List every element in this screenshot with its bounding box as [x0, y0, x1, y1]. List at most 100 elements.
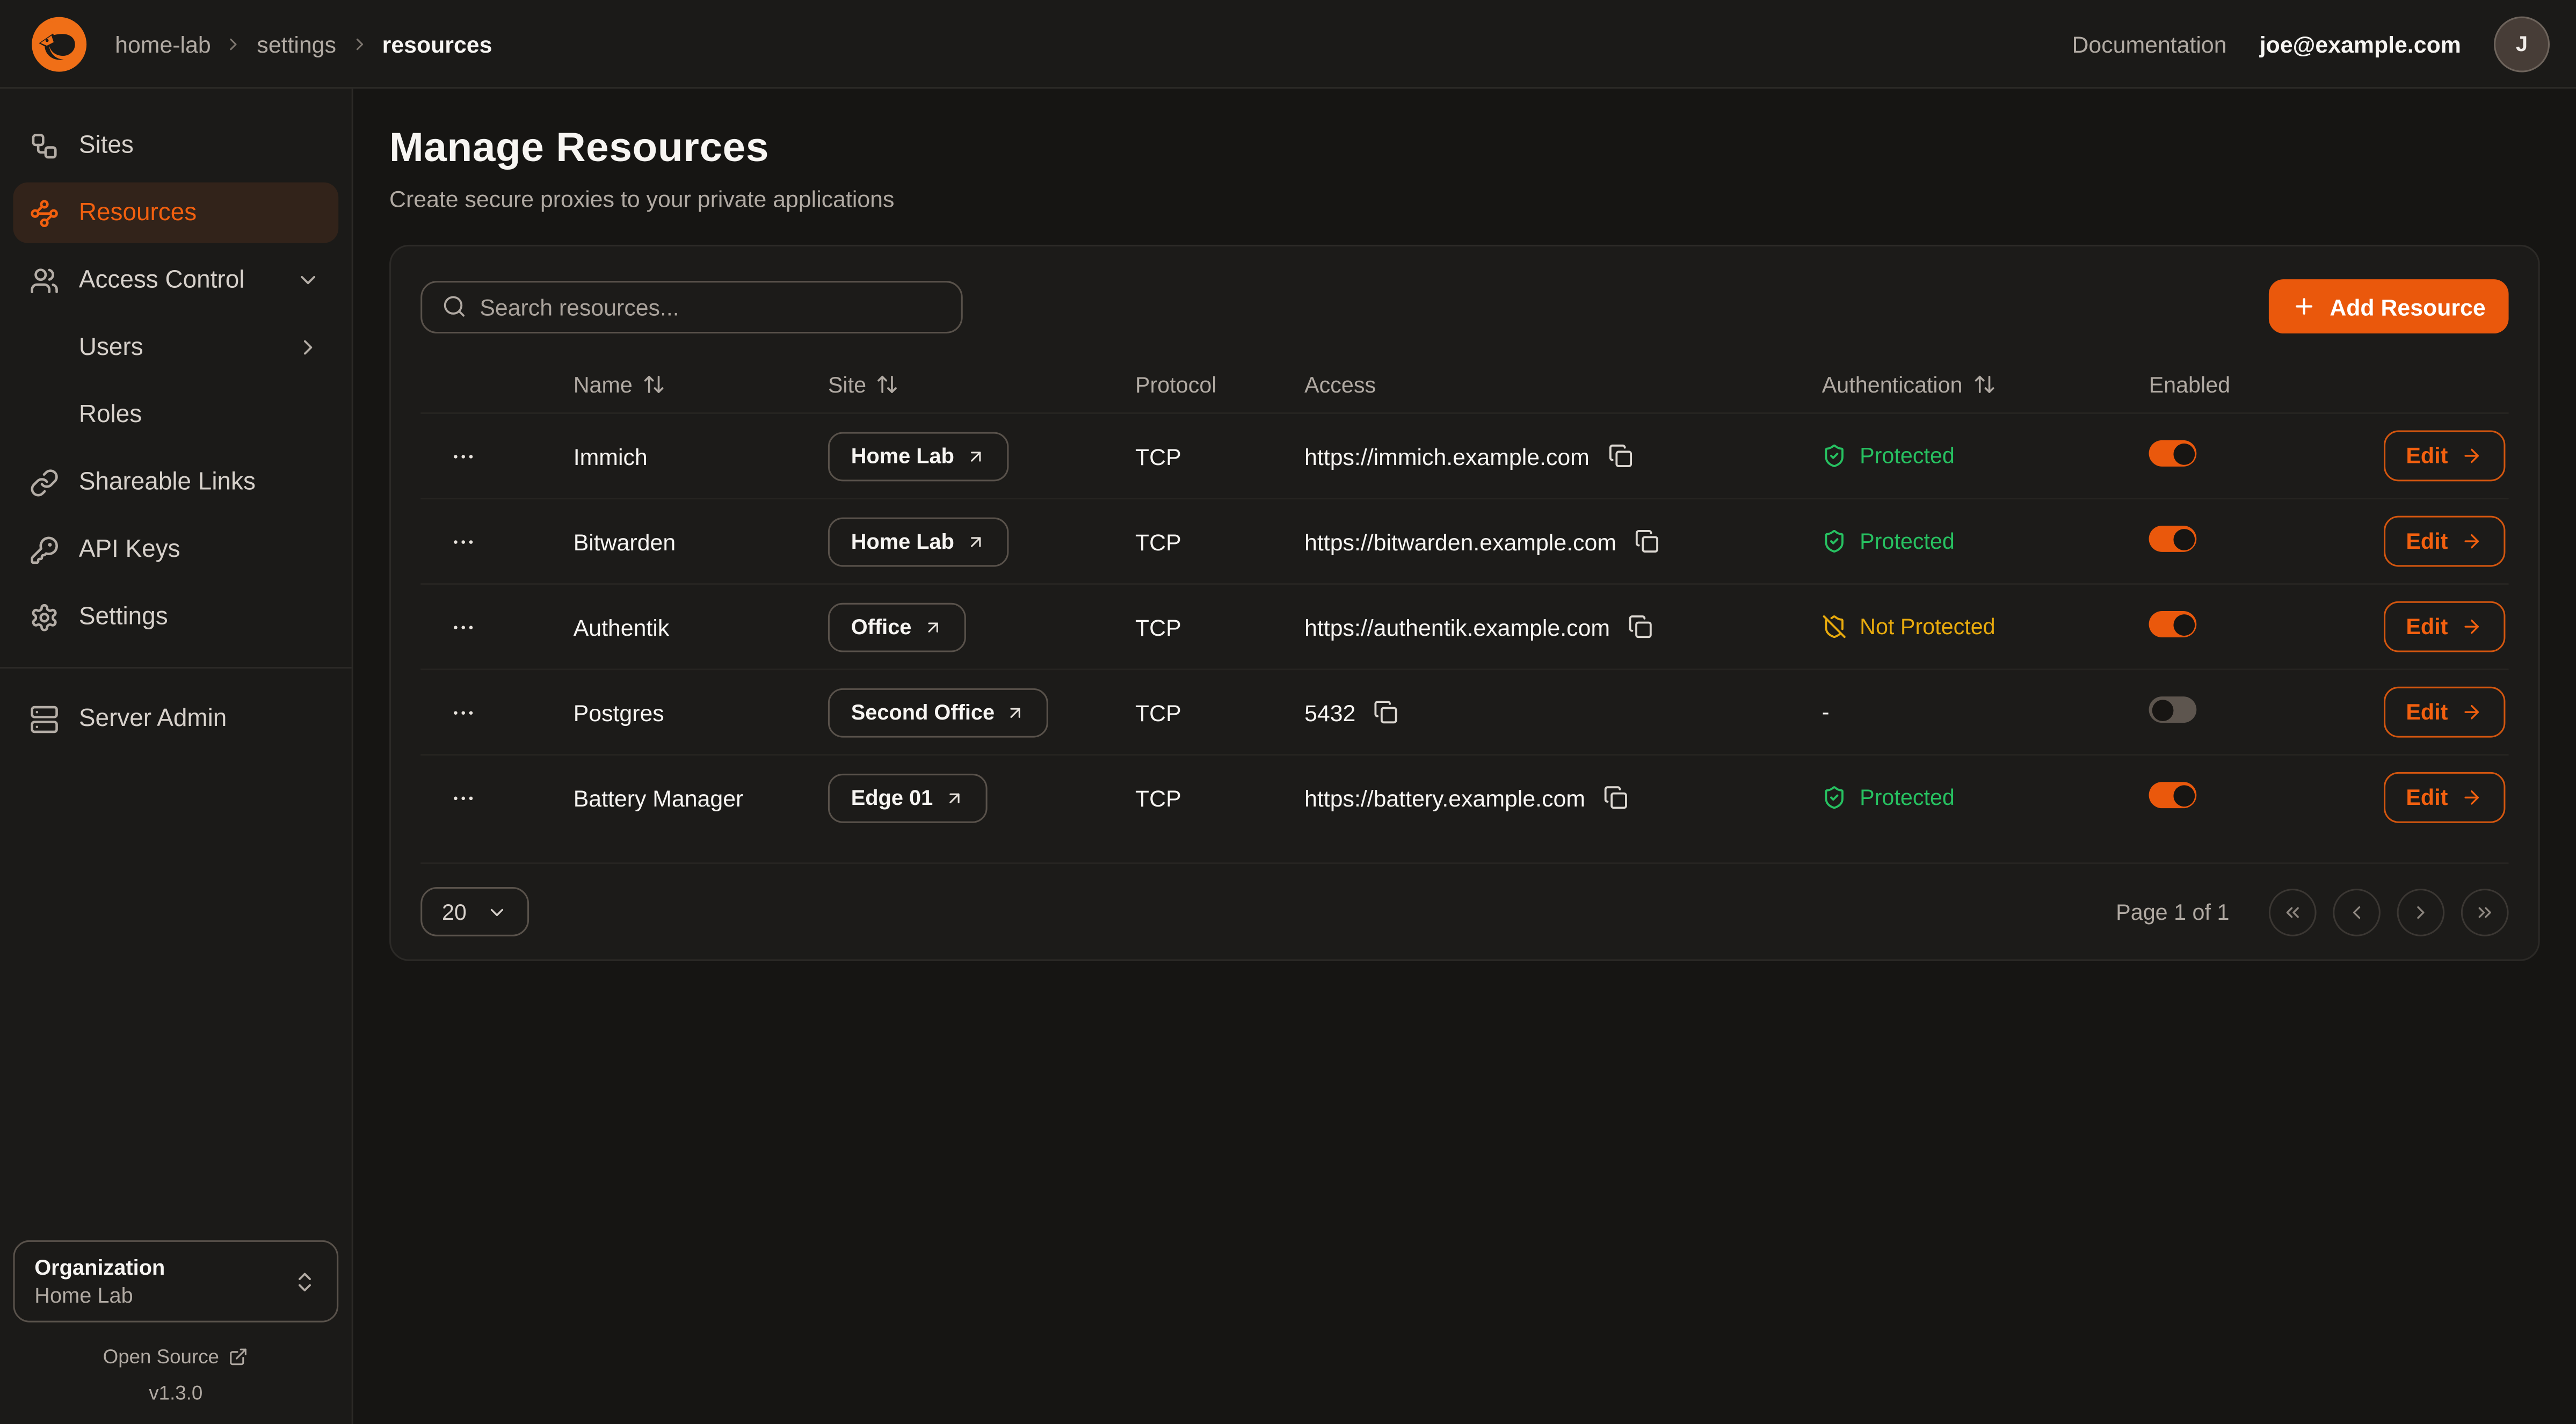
edit-button[interactable]: Edit [2383, 431, 2506, 482]
sidebar-item-settings[interactable]: Settings [13, 586, 338, 647]
organization-selector[interactable]: Organization Home Lab [13, 1240, 338, 1323]
add-resource-button[interactable]: Add Resource [2269, 279, 2508, 333]
auth-status-label: - [1822, 700, 1830, 724]
sort-icon[interactable] [642, 373, 665, 396]
sidebar-item-shareable-links[interactable]: Shareable Links [13, 452, 338, 512]
site-link-button[interactable]: Home Lab [828, 431, 1008, 481]
copy-icon[interactable] [1633, 527, 1661, 555]
page-size-select[interactable]: 20 [420, 887, 529, 936]
site-link-button[interactable]: Edge 01 [828, 773, 987, 822]
sidebar-item-api-keys[interactable]: API Keys [13, 519, 338, 580]
avatar[interactable]: J [2494, 16, 2550, 71]
organization-label: Organization [34, 1255, 165, 1280]
copy-icon[interactable] [1372, 698, 1400, 726]
first-page-button[interactable] [2269, 888, 2317, 936]
arrow-right-icon [2461, 701, 2483, 723]
row-menu-button[interactable] [447, 439, 480, 472]
table-header-row: Name Site Protocol [420, 357, 2508, 412]
chevron-down-icon [487, 901, 508, 922]
search-input[interactable] [480, 293, 941, 319]
sidebar-item-users[interactable]: Users [13, 317, 338, 377]
auth-status: - [1822, 700, 2149, 724]
column-header-name[interactable]: Name [574, 372, 828, 397]
pagination-controls: Page 1 of 1 [2116, 888, 2508, 936]
copy-icon[interactable] [1606, 442, 1634, 470]
documentation-link[interactable]: Documentation [2072, 31, 2226, 57]
search-icon [442, 294, 467, 319]
column-header-access: Access [1304, 372, 1822, 397]
enabled-toggle[interactable] [2149, 696, 2197, 723]
table-row: Immich Home Lab TCP https://immich.examp… [420, 412, 2508, 498]
sidebar-divider [0, 667, 352, 669]
row-menu-button[interactable] [447, 696, 480, 729]
edit-button[interactable]: Edit [2383, 516, 2506, 567]
open-source-link[interactable]: Open Source [13, 1346, 338, 1369]
row-menu-button[interactable] [447, 611, 480, 643]
enabled-toggle[interactable] [2149, 782, 2197, 808]
auth-status-label: Protected [1860, 444, 1955, 468]
previous-page-button[interactable] [2333, 888, 2381, 936]
enabled-toggle[interactable] [2149, 611, 2197, 637]
auth-status: Protected [1822, 785, 2149, 810]
resource-access-url[interactable]: https://bitwarden.example.com [1304, 528, 1616, 555]
user-email[interactable]: joe@example.com [2260, 31, 2461, 57]
row-menu-button[interactable] [447, 781, 480, 814]
arrow-up-right-icon [945, 788, 964, 808]
sidebar: Sites Resources Access Control Users [0, 89, 353, 1424]
auth-status: Protected [1822, 529, 2149, 554]
arrow-up-right-icon [966, 446, 985, 466]
site-link-button[interactable]: Home Lab [828, 517, 1008, 566]
breadcrumb-org[interactable]: home-lab [115, 31, 211, 57]
enabled-toggle[interactable] [2149, 440, 2197, 467]
column-header-site[interactable]: Site [828, 372, 1135, 397]
resource-access-url[interactable]: https://immich.example.com [1304, 442, 1590, 469]
enabled-toggle[interactable] [2149, 526, 2197, 552]
top-bar-right: Documentation joe@example.com J [2072, 16, 2550, 71]
next-page-button[interactable] [2397, 888, 2445, 936]
copy-icon[interactable] [1602, 783, 1630, 811]
site-link-button[interactable]: Second Office [828, 687, 1049, 737]
resource-access-url[interactable]: 5432 [1304, 699, 1355, 725]
copy-icon[interactable] [1627, 613, 1655, 641]
sidebar-item-label: Sites [79, 132, 134, 159]
arrow-up-right-icon [966, 532, 985, 551]
edit-button[interactable]: Edit [2383, 772, 2506, 823]
app-root: home-lab settings resources Documentatio… [0, 0, 2576, 1424]
column-header-protocol: Protocol [1135, 372, 1304, 397]
resource-access-url[interactable]: https://authentik.example.com [1304, 614, 1610, 640]
sidebar-item-access-control[interactable]: Access Control [13, 250, 338, 310]
breadcrumb-settings[interactable]: settings [257, 31, 336, 57]
resource-protocol: TCP [1135, 614, 1304, 640]
sort-icon[interactable] [1972, 373, 1996, 396]
sort-icon[interactable] [876, 373, 899, 396]
main-content: Manage Resources Create secure proxies t… [353, 89, 2576, 1424]
column-header-enabled: Enabled [2149, 372, 2376, 397]
server-icon [30, 704, 59, 733]
resource-access-url[interactable]: https://battery.example.com [1304, 784, 1585, 811]
breadcrumb: home-lab settings resources [115, 31, 492, 57]
last-page-button[interactable] [2461, 888, 2509, 936]
sidebar-item-roles[interactable]: Roles [13, 384, 338, 445]
sidebar-item-label: Settings [79, 603, 168, 631]
sidebar-item-resources[interactable]: Resources [13, 183, 338, 243]
sidebar-item-server-admin[interactable]: Server Admin [13, 688, 338, 749]
plus-icon [2292, 294, 2317, 319]
sidebar-item-sites[interactable]: Sites [13, 115, 338, 176]
site-link-button[interactable]: Office [828, 602, 966, 651]
arrow-right-icon [2461, 787, 2483, 808]
table-row: Battery Manager Edge 01 TCP https://batt… [420, 754, 2508, 839]
chevron-down-icon [293, 268, 322, 293]
sidebar-item-label: Resources [79, 199, 197, 227]
sidebar-item-label: API Keys [79, 535, 180, 563]
search-box [420, 280, 963, 333]
edit-button[interactable]: Edit [2383, 687, 2506, 738]
resource-name: Bitwarden [574, 528, 828, 555]
users-icon [30, 265, 59, 295]
edit-button[interactable]: Edit [2383, 601, 2506, 652]
chevron-right-icon [224, 34, 244, 54]
version-label: v1.3.0 [13, 1382, 338, 1405]
row-menu-button[interactable] [447, 525, 480, 557]
resource-name: Authentik [574, 614, 828, 640]
table-row: Bitwarden Home Lab TCP https://bitwarden… [420, 498, 2508, 583]
column-header-authentication[interactable]: Authentication [1822, 372, 2149, 397]
